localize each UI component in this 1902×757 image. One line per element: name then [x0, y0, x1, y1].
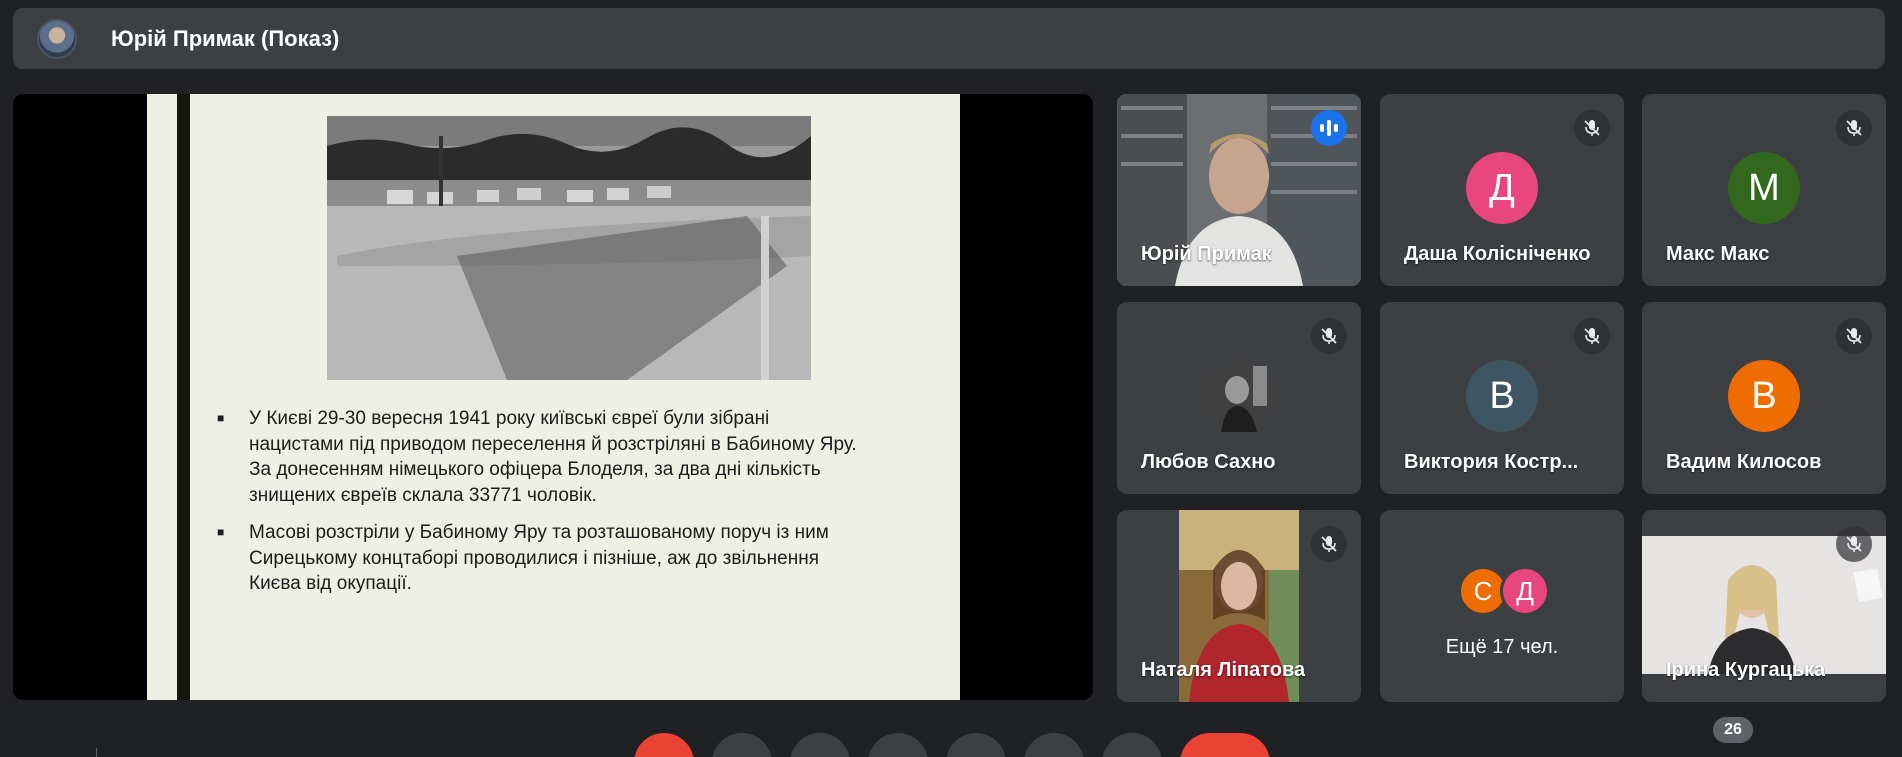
- reactions-button[interactable]: [868, 733, 928, 757]
- slide-bullet: ■ У Києві 29-30 вересня 1941 року київсь…: [217, 406, 937, 508]
- participant-name: Юрій Примак: [1141, 243, 1272, 265]
- participant-name: Вадим Килосов: [1666, 451, 1822, 473]
- speaking-indicator-icon: [1311, 110, 1347, 146]
- slide-side-strip: [177, 94, 190, 700]
- presenter-title: Юрій Примак (Показ): [111, 25, 340, 51]
- mic-off-icon: [1311, 318, 1347, 354]
- presentation-stage[interactable]: ■ У Києві 29-30 вересня 1941 року київсь…: [13, 94, 1093, 700]
- participant-tile-lyubov[interactable]: Любов Сахно: [1117, 302, 1361, 494]
- more-options-button[interactable]: [1102, 733, 1162, 757]
- participant-tile-yuriy-prymak[interactable]: Юрій Примак: [1117, 94, 1361, 286]
- participant-tile-iryna[interactable]: Ірина Кургацька: [1642, 510, 1886, 702]
- participant-avatar: M: [1728, 152, 1800, 224]
- participant-avatar: В: [1466, 360, 1538, 432]
- activities-button[interactable]: [1826, 733, 1878, 757]
- participant-name: Макс Макс: [1666, 243, 1770, 265]
- participant-tile-dasha[interactable]: Д Даша Колісніченко: [1380, 94, 1624, 286]
- bottom-divider: [96, 748, 97, 757]
- participant-name: Ірина Кургацька: [1666, 659, 1826, 681]
- mic-off-icon: [1836, 318, 1872, 354]
- bullet-square-icon: ■: [217, 411, 225, 425]
- mic-off-icon: [1574, 318, 1610, 354]
- end-call-button[interactable]: [1180, 733, 1270, 757]
- participant-avatar: В: [1728, 360, 1800, 432]
- participant-avatar-photo: [1203, 360, 1275, 432]
- bullet-square-icon: ■: [217, 525, 225, 539]
- participant-name: Наталя Ліпатова: [1141, 659, 1306, 681]
- participant-tile-maks[interactable]: M Макс Макс: [1642, 94, 1886, 286]
- present-button[interactable]: [946, 733, 1006, 757]
- camera-toggle-button[interactable]: [712, 733, 772, 757]
- more-participants-label: Ещё 17 чел.: [1445, 636, 1559, 658]
- slide-photo: [327, 116, 811, 380]
- mic-toggle-button[interactable]: [634, 733, 694, 757]
- participant-tile-viktoriya[interactable]: В Виктория Костр...: [1380, 302, 1624, 494]
- mic-off-icon: [1574, 110, 1610, 146]
- more-participants-avatars: С Д: [1458, 566, 1550, 616]
- mic-off-icon: [1836, 526, 1872, 562]
- mic-off-icon: [1836, 110, 1872, 146]
- presenter-avatar: [37, 18, 77, 59]
- participant-name: Любов Сахно: [1141, 451, 1276, 473]
- bullet-text: Масові розстріли у Бабиному Яру та розта…: [249, 522, 829, 594]
- participant-avatar: Д: [1466, 152, 1538, 224]
- participant-tile-vadym[interactable]: В Вадим Килосов: [1642, 302, 1886, 494]
- participant-tile-natalya[interactable]: Наталя Ліпатова: [1117, 510, 1361, 702]
- raise-hand-button[interactable]: [1024, 733, 1084, 757]
- bullet-text: У Києві 29-30 вересня 1941 року київські…: [249, 408, 857, 506]
- participant-name: Виктория Костр...: [1404, 451, 1579, 473]
- participant-name: Даша Колісніченко: [1404, 243, 1591, 265]
- slide-bullet: ■ Масові розстріли у Бабиному Яру та роз…: [217, 520, 937, 597]
- slide: ■ У Києві 29-30 вересня 1941 року київсь…: [147, 94, 960, 700]
- participant-avatar: Д: [1500, 566, 1550, 616]
- info-button[interactable]: [1612, 733, 1664, 757]
- presenter-bar: Юрій Примак (Показ): [13, 8, 1885, 69]
- captions-button[interactable]: [790, 733, 850, 757]
- chat-button[interactable]: [1754, 733, 1806, 757]
- slide-bullets: ■ У Києві 29-30 вересня 1941 року київсь…: [217, 406, 937, 609]
- mic-off-icon: [1311, 526, 1347, 562]
- more-participants-tile[interactable]: С Д Ещё 17 чел.: [1380, 510, 1624, 702]
- participant-count-badge: 26: [1713, 717, 1753, 743]
